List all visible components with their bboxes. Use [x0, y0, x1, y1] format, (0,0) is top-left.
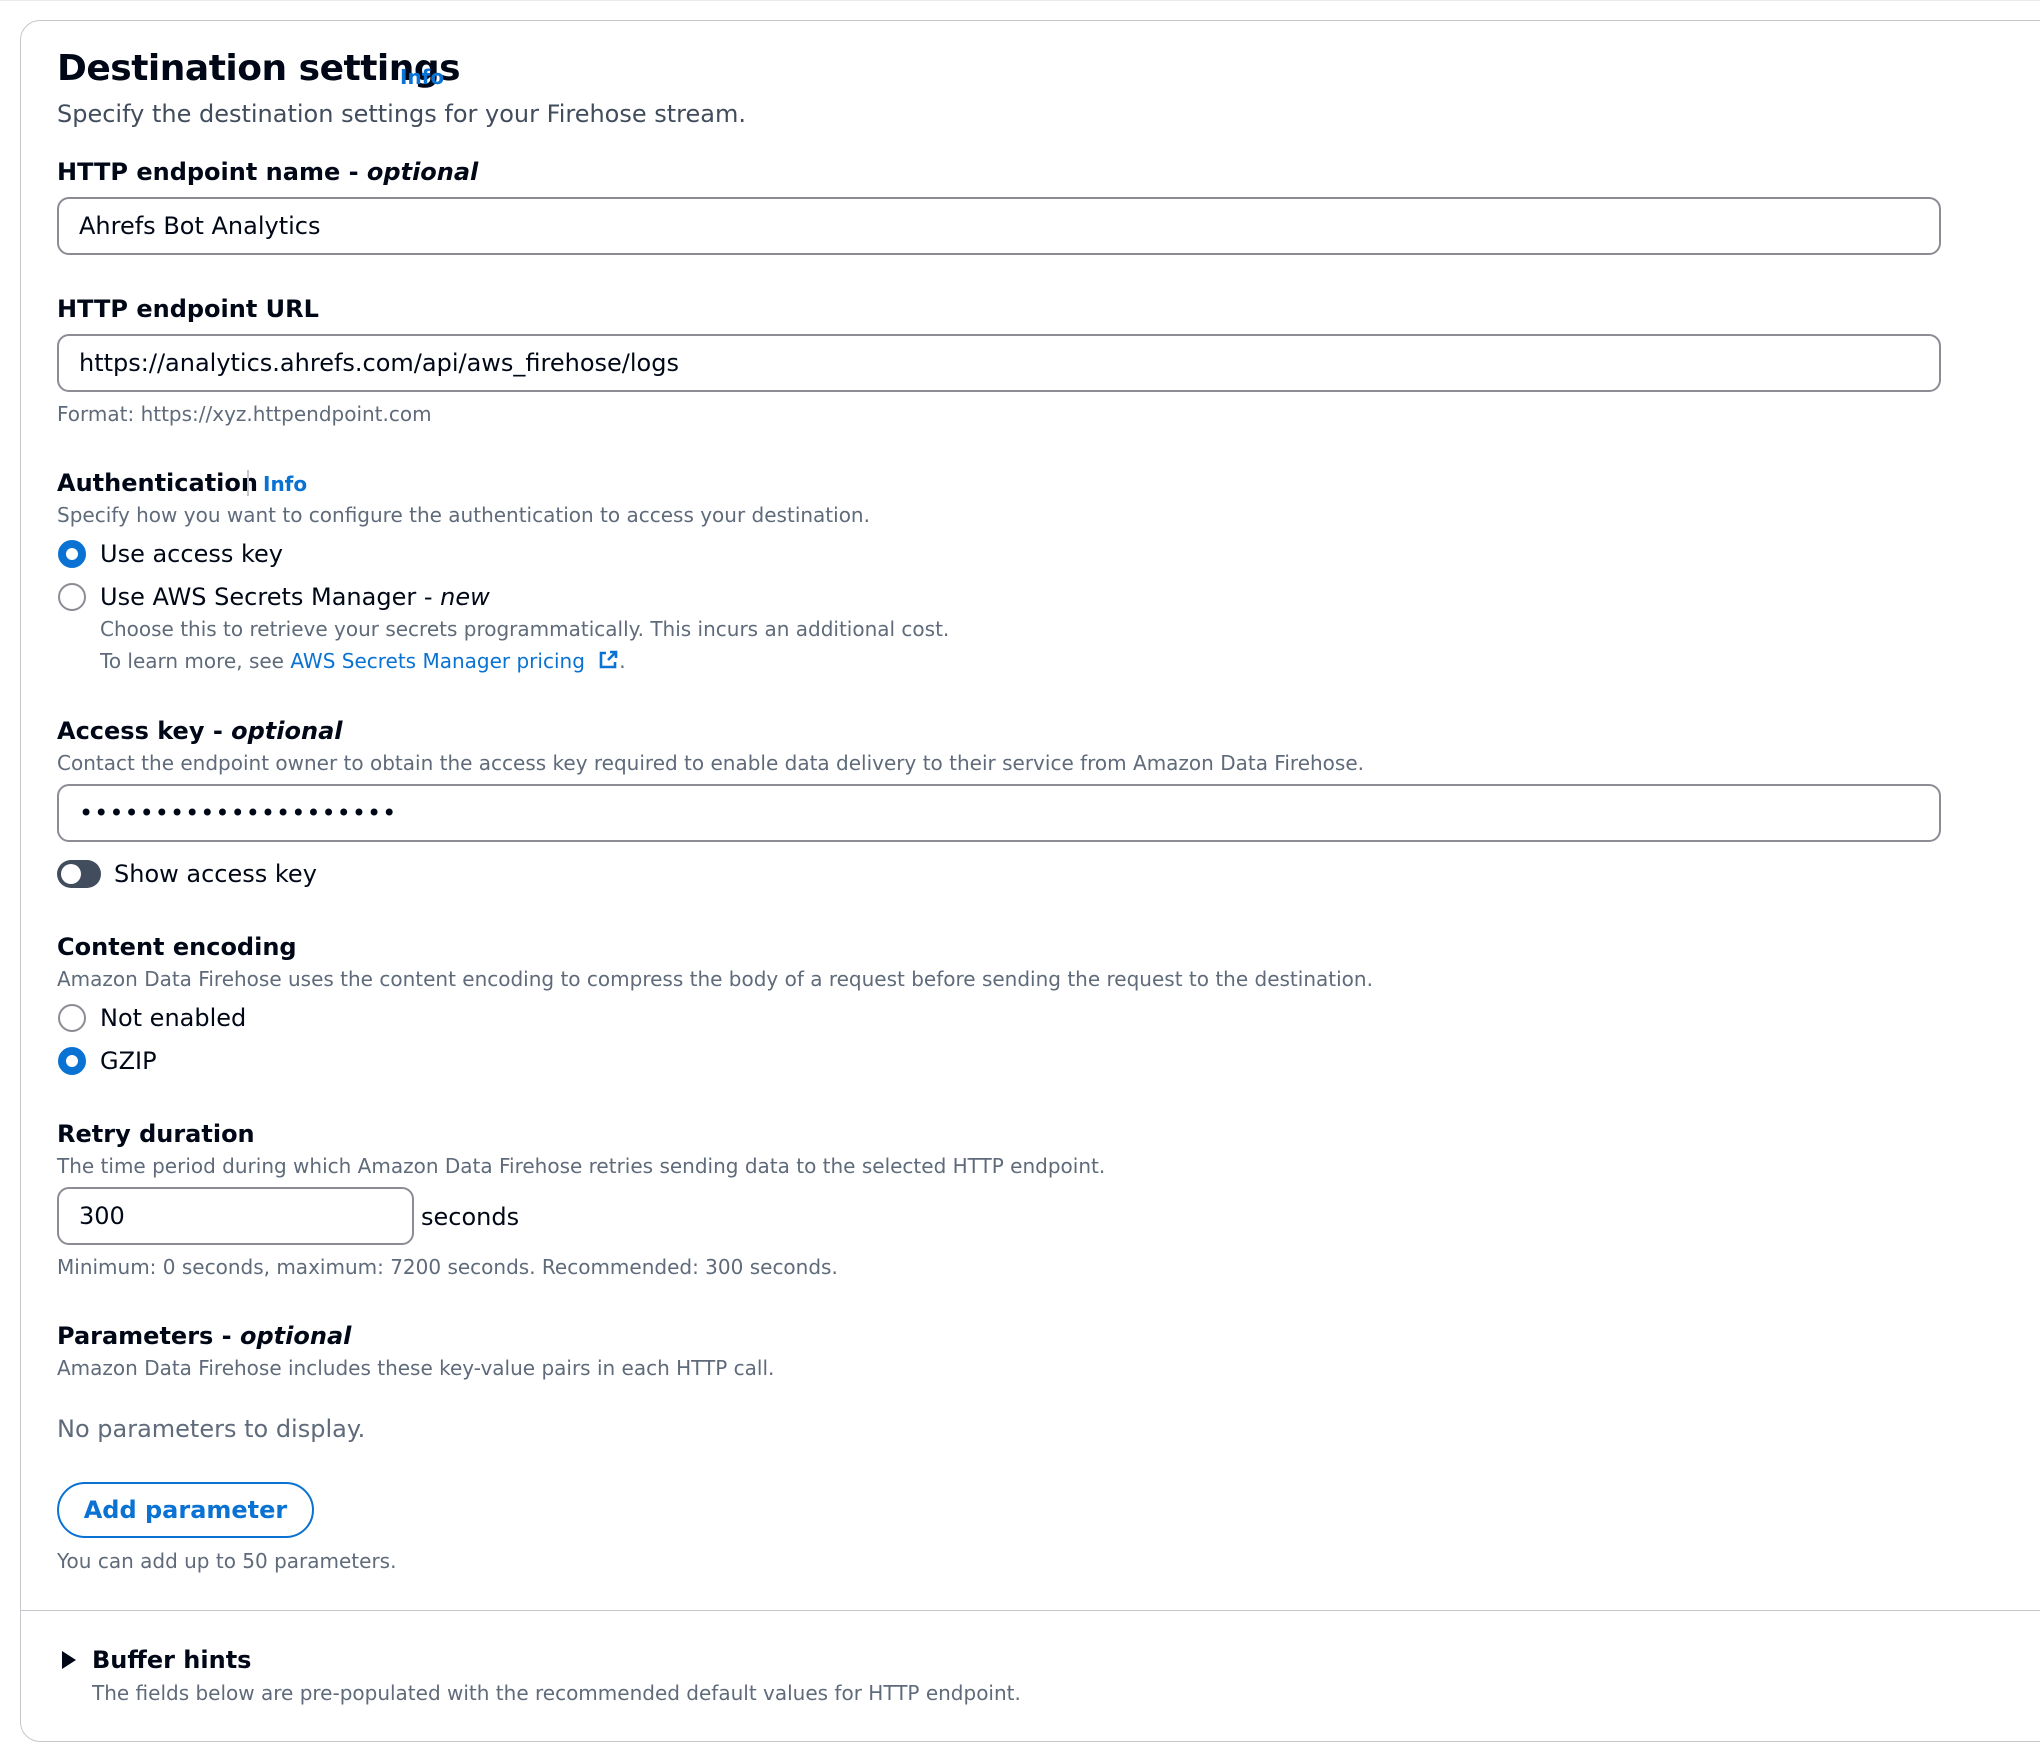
buffer-hints-description: The fields below are pre-populated with … — [92, 1681, 1021, 1705]
endpoint-url-label: HTTP endpoint URL — [57, 295, 319, 323]
endpoint-name-label: HTTP endpoint name - optional — [57, 158, 478, 186]
parameters-description: Amazon Data Firehose includes these key-… — [57, 1356, 775, 1380]
parameters-optional: optional — [240, 1322, 352, 1350]
external-link-icon[interactable] — [597, 649, 619, 671]
section-description: Specify the destination settings for you… — [57, 100, 746, 128]
new-tag: new — [440, 583, 490, 611]
retry-duration-hint: Minimum: 0 seconds, maximum: 7200 second… — [57, 1255, 838, 1279]
use-secrets-manager-label-text: Use AWS Secrets Manager - — [100, 583, 441, 611]
access-key-description: Contact the endpoint owner to obtain the… — [57, 751, 1364, 775]
endpoint-name-optional: optional — [366, 158, 479, 186]
parameters-limit-hint: You can add up to 50 parameters. — [57, 1549, 397, 1573]
top-border — [0, 0, 2040, 1]
access-key-optional: optional — [231, 717, 343, 745]
use-secrets-manager-radio[interactable] — [58, 583, 86, 611]
section-info-link[interactable]: Info — [400, 65, 444, 89]
show-access-key-toggle[interactable] — [57, 860, 101, 888]
toggle-knob — [61, 864, 81, 884]
parameters-empty-text: No parameters to display. — [57, 1415, 366, 1443]
retry-duration-description: The time period during which Amazon Data… — [57, 1154, 1106, 1178]
content-encoding-label: Content encoding — [57, 933, 297, 961]
endpoint-url-hint: Format: https://xyz.httpendpoint.com — [57, 402, 432, 426]
retry-duration-input[interactable]: 300 — [57, 1187, 414, 1245]
authentication-info-link[interactable]: Info — [263, 472, 307, 496]
authentication-label: Authentication — [57, 469, 258, 497]
expand-caret-icon[interactable] — [62, 1651, 76, 1669]
content-encoding-description: Amazon Data Firehose uses the content en… — [57, 967, 1373, 991]
not-enabled-radio[interactable] — [58, 1004, 86, 1032]
show-access-key-label[interactable]: Show access key — [114, 860, 317, 888]
retry-duration-label: Retry duration — [57, 1120, 255, 1148]
section-divider — [20, 1610, 2040, 1611]
endpoint-url-input[interactable]: https://analytics.ahrefs.com/api/aws_fir… — [57, 334, 1941, 392]
access-key-input[interactable]: ••••••••••••••••••••• — [57, 784, 1941, 842]
secrets-manager-pricing-link[interactable]: AWS Secrets Manager pricing — [290, 649, 585, 673]
gzip-radio[interactable] — [58, 1047, 86, 1075]
use-secrets-manager-label[interactable]: Use AWS Secrets Manager - new — [100, 583, 490, 611]
authentication-description: Specify how you want to configure the au… — [57, 503, 870, 527]
use-access-key-radio[interactable] — [58, 540, 86, 568]
access-key-label: Access key - optional — [57, 717, 343, 745]
use-access-key-label[interactable]: Use access key — [100, 540, 283, 568]
add-parameter-button[interactable]: Add parameter — [57, 1482, 314, 1538]
not-enabled-label[interactable]: Not enabled — [100, 1004, 246, 1032]
access-key-label-text: Access key - — [57, 717, 232, 745]
learn-more-prefix: To learn more, see — [100, 649, 291, 673]
learn-more-suffix: . — [619, 649, 626, 673]
buffer-hints-label[interactable]: Buffer hints — [92, 1646, 251, 1674]
secrets-manager-description: Choose this to retrieve your secrets pro… — [100, 617, 950, 641]
secrets-manager-learn-more: To learn more, see AWS Secrets Manager p… — [100, 649, 626, 673]
retry-duration-unit: seconds — [421, 1203, 520, 1231]
gzip-label[interactable]: GZIP — [100, 1047, 157, 1075]
parameters-label-text: Parameters - — [57, 1322, 240, 1350]
endpoint-name-label-text: HTTP endpoint name - — [57, 158, 367, 186]
endpoint-name-input[interactable]: Ahrefs Bot Analytics — [57, 197, 1941, 255]
parameters-label: Parameters - optional — [57, 1322, 351, 1350]
destination-settings-panel — [20, 20, 2040, 1742]
authentication-info-separator — [247, 470, 249, 496]
